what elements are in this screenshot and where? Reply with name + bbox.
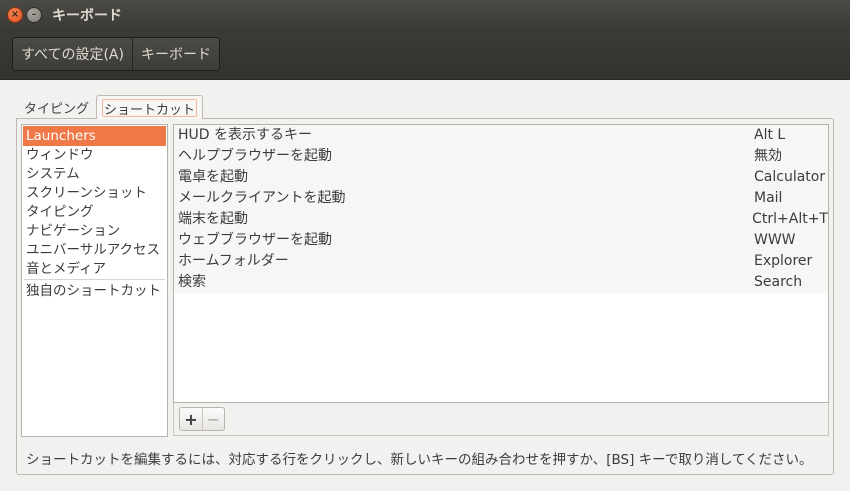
window-title: キーボード xyxy=(52,7,122,24)
category-item-navigation[interactable]: ナビゲーション xyxy=(22,222,167,241)
shortcut-key[interactable]: 無効 xyxy=(754,146,782,167)
add-remove-group: + − xyxy=(179,407,225,431)
close-window-button[interactable]: × xyxy=(7,6,23,23)
shortcut-name: 検索 xyxy=(178,274,206,290)
shortcut-row[interactable]: ホームフォルダー Explorer xyxy=(174,251,828,272)
minimize-window-button[interactable]: – xyxy=(26,6,42,23)
shortcut-row[interactable]: メールクライアントを起動 Mail xyxy=(174,188,828,209)
shortcut-row[interactable]: HUD を表示するキー Alt L xyxy=(174,125,828,146)
all-settings-button[interactable]: すべての設定(A) xyxy=(13,38,132,70)
shortcut-row[interactable]: ヘルプブラウザーを起動 無効 xyxy=(174,146,828,167)
shortcut-key[interactable]: Ctrl+Alt+T xyxy=(752,209,828,230)
shortcut-name: ホームフォルダー xyxy=(178,253,289,269)
minimize-icon: – xyxy=(31,8,37,20)
tab-typing-label: タイピング xyxy=(24,102,90,117)
shortcut-name: ウェブブラウザーを起動 xyxy=(178,232,332,248)
title-bar: × – キーボード xyxy=(0,0,850,29)
shortcut-key[interactable]: Explorer xyxy=(754,251,812,272)
header-toolbar: すべての設定(A) キーボード xyxy=(0,29,850,80)
category-item-launchers[interactable]: Launchers xyxy=(23,126,166,146)
shortcut-name: HUD を表示するキー xyxy=(178,127,313,143)
category-item-screenshots[interactable]: スクリーンショット xyxy=(22,184,167,203)
category-list[interactable]: Launchers ウィンドウ システム スクリーンショット タイピング ナビゲ… xyxy=(21,124,168,437)
shortcut-row[interactable]: 電卓を起動 Calculator xyxy=(174,167,828,188)
remove-shortcut-button[interactable]: − xyxy=(202,408,224,430)
category-separator xyxy=(24,279,165,280)
shortcut-key[interactable]: Mail xyxy=(754,188,782,209)
close-icon: × xyxy=(10,8,20,20)
category-item-system[interactable]: システム xyxy=(22,165,167,184)
shortcut-row[interactable]: ウェブブラウザーを起動 WWW xyxy=(174,230,828,251)
shortcut-key[interactable]: Calculator xyxy=(754,167,825,188)
shortcut-key[interactable]: WWW xyxy=(754,230,796,251)
breadcrumb-keyboard[interactable]: キーボード xyxy=(131,38,219,70)
shortcut-name: 端末を起動 xyxy=(178,211,248,227)
list-toolbar: + − xyxy=(173,403,829,436)
shortcut-key[interactable]: Alt L xyxy=(754,125,785,146)
shortcut-key[interactable]: Search xyxy=(754,272,802,293)
shortcut-list[interactable]: HUD を表示するキー Alt L ヘルプブラウザーを起動 無効 電卓を起動 Calc… xyxy=(173,124,829,403)
add-shortcut-button[interactable]: + xyxy=(180,408,202,430)
shortcut-row[interactable]: 検索 Search xyxy=(174,272,828,293)
breadcrumb: すべての設定(A) キーボード xyxy=(12,37,220,71)
category-item-typing[interactable]: タイピング xyxy=(22,203,167,222)
shortcut-name: メールクライアントを起動 xyxy=(178,190,346,206)
tab-shortcuts-label: ショートカット xyxy=(104,103,196,118)
category-item-sound-media[interactable]: 音とメディア xyxy=(22,260,167,279)
shortcut-name: 電卓を起動 xyxy=(178,169,248,185)
tab-typing[interactable]: タイピング xyxy=(17,95,96,119)
category-item-windows[interactable]: ウィンドウ xyxy=(22,146,167,165)
category-item-universal-access[interactable]: ユニバーサルアクセス xyxy=(22,241,167,260)
shortcut-row[interactable]: 端末を起動 Ctrl+Alt+T xyxy=(174,209,828,230)
tab-bar: タイピング ショートカット xyxy=(17,95,204,119)
help-text: ショートカットを編集するには、対応する行をクリックし、新しいキーの組み合わせを押… xyxy=(26,452,813,468)
tab-shortcuts[interactable]: ショートカット xyxy=(96,95,204,119)
category-item-custom[interactable]: 独自のショートカット xyxy=(22,281,167,301)
shortcut-name: ヘルプブラウザーを起動 xyxy=(178,148,332,164)
